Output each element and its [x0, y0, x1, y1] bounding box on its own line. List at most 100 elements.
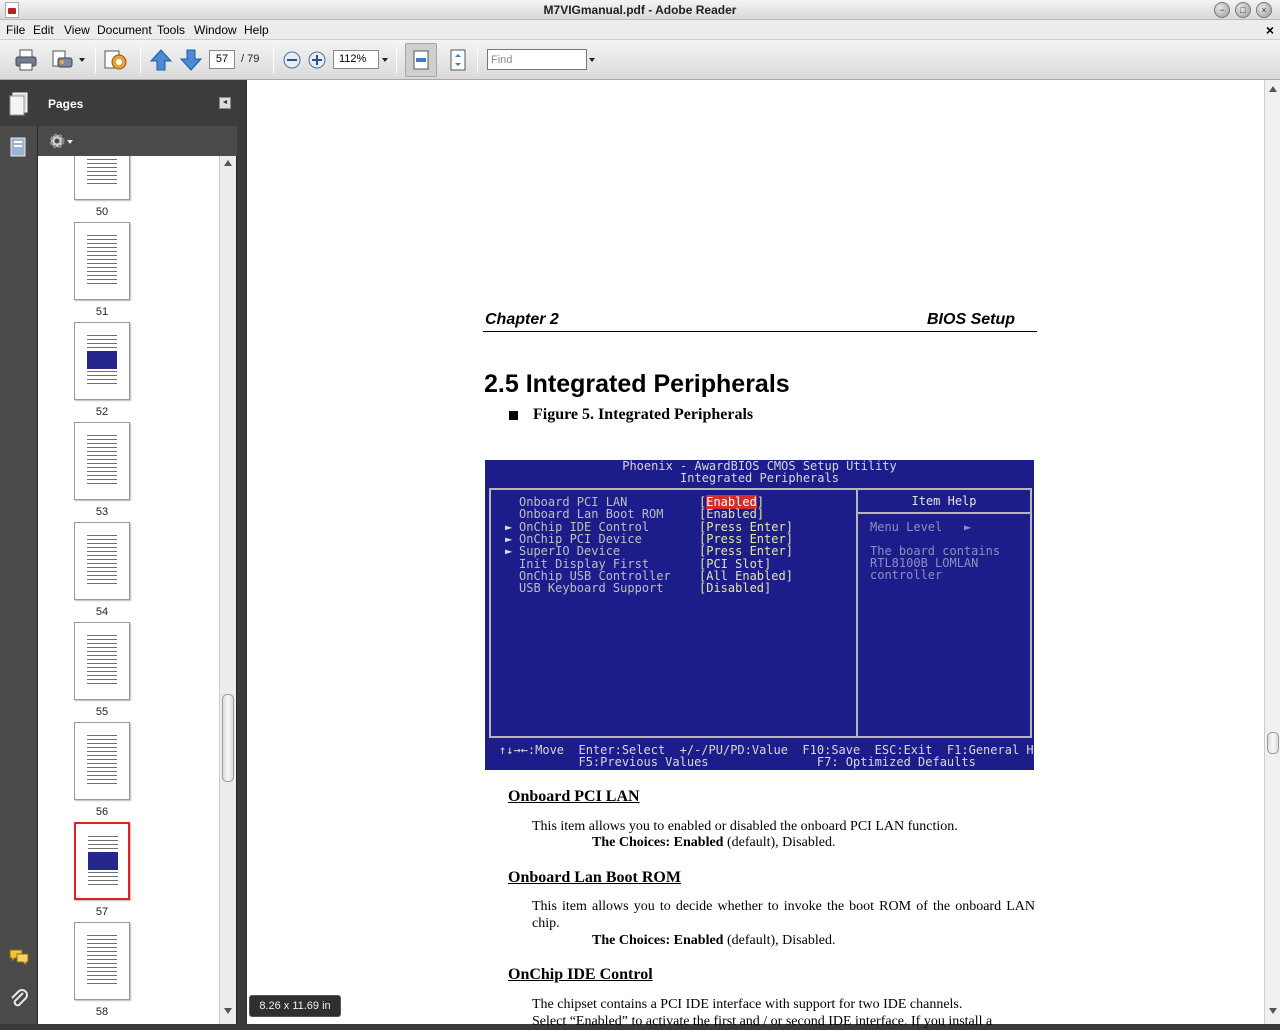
document-view[interactable]: Chapter 2 BIOS Setup 2.5 Integrated Peri… — [246, 80, 1264, 1029]
bios-subheader: Integrated Peripherals — [680, 471, 839, 485]
panel-splitter[interactable] — [237, 80, 246, 1024]
minimize-button[interactable]: − — [1214, 2, 1230, 18]
document-scrollbar[interactable] — [1264, 80, 1280, 1024]
page-thumbnail[interactable] — [74, 822, 130, 900]
menu-document[interactable]: Document — [97, 23, 152, 37]
bios-footer-2: F5:Previous Values F7: Optimized Default… — [499, 755, 976, 769]
bios-setting-value: [Disabled] — [699, 581, 772, 596]
page-thumbnail[interactable] — [74, 222, 130, 300]
menu-tools[interactable]: Tools — [157, 23, 185, 37]
collaborate-icon[interactable] — [103, 48, 127, 72]
window-title: M7VIGmanual.pdf - Adobe Reader — [543, 3, 737, 17]
page-thumbnail-label: 50 — [95, 206, 109, 218]
page-thumbnail-label: 53 — [95, 506, 109, 518]
page-thumbnail[interactable] — [74, 922, 130, 1000]
bios-setting-name: SuperIO Device — [519, 544, 621, 559]
close-document-button[interactable]: × — [1266, 22, 1274, 38]
maximize-button[interactable]: □ — [1235, 2, 1251, 18]
bios-setting-name: USB Keyboard Support — [519, 581, 664, 596]
scroll-up-arrow[interactable] — [1269, 86, 1277, 92]
attachments-icon[interactable] — [9, 988, 29, 1010]
menu-view[interactable]: View — [64, 23, 90, 37]
collapse-panel-button[interactable]: ◄ — [219, 97, 231, 109]
page-thumbnail-label: 56 — [95, 806, 109, 818]
page-thumbnail[interactable] — [74, 522, 130, 600]
bios-setting-name: OnChip PCI Device — [519, 531, 642, 546]
previous-page-icon[interactable] — [149, 48, 173, 72]
page-thumbnail[interactable] — [74, 422, 130, 500]
choices-default: Enabled — [673, 835, 724, 850]
bios-setting-name: OnChip USB Controller — [519, 568, 671, 583]
pages-icon[interactable] — [9, 92, 29, 116]
page-thumbnail-label: 55 — [95, 706, 109, 718]
choices-rest: (default), Disabled. — [726, 835, 836, 850]
title-bar: M7VIGmanual.pdf - Adobe Reader − □ × — [0, 0, 1280, 20]
item-choices: The Choices: Enabled (default), Disabled… — [592, 835, 835, 851]
section-title: 2.5 Integrated Peripherals — [484, 370, 790, 398]
figure-caption: Figure 5. Integrated Peripherals — [533, 406, 754, 423]
thumbnail-scrollbar-thumb[interactable] — [222, 694, 234, 782]
printer-options-icon[interactable] — [50, 48, 74, 72]
page-thumbnail[interactable] — [74, 156, 130, 200]
comments-icon[interactable] — [8, 948, 30, 966]
bios-setting-value: [Enabled] — [699, 495, 765, 509]
item-description: The chipset contains a PCI IDE interface… — [532, 997, 963, 1012]
choices-rest: (default), Disabled. — [726, 933, 836, 948]
print-icon[interactable] — [14, 48, 38, 72]
menu-bar: File Edit View Document Tools Window Hel… — [0, 20, 1280, 40]
document-scrollbar-thumb[interactable] — [1267, 732, 1279, 754]
page-total: / 79 — [241, 53, 260, 65]
page-number-input[interactable]: 57 — [209, 50, 235, 69]
bios-setting-name: OnChip IDE Control — [519, 519, 650, 534]
next-page-icon[interactable] — [179, 48, 203, 72]
item-title: OnChip IDE Control — [508, 966, 653, 983]
scroll-down-arrow[interactable] — [224, 1008, 232, 1014]
fit-width-button[interactable] — [405, 43, 437, 77]
bios-help-title: Item Help — [911, 494, 977, 508]
find-input[interactable]: Find — [487, 49, 587, 70]
chevron-down-icon[interactable] — [79, 58, 85, 62]
menu-window[interactable]: Window — [194, 23, 237, 37]
zoom-in-icon[interactable] — [307, 50, 327, 70]
page-size-readout: 8.26 x 11.69 in — [249, 995, 341, 1017]
bios-setting-value: [Press Enter] — [699, 544, 793, 559]
menu-file[interactable]: File — [6, 23, 25, 37]
submenu-arrow-icon: ► — [505, 519, 513, 534]
choices-default: Enabled — [673, 933, 724, 948]
item-choices: The Choices: Enabled (default), Disabled… — [592, 933, 835, 949]
page-thumbnail[interactable] — [74, 622, 130, 700]
scroll-down-arrow[interactable] — [1269, 1008, 1277, 1014]
bullet-icon — [509, 411, 518, 420]
panel-options-bar — [38, 126, 237, 156]
page-thumbnails: 50 51 52 53 54 55 56 57 58 — [38, 156, 219, 1024]
menu-edit[interactable]: Edit — [33, 23, 54, 37]
zoom-dropdown-icon[interactable] — [382, 58, 388, 62]
chapter-header: Chapter 2 — [485, 311, 559, 328]
bios-setting-value: [Press Enter] — [699, 531, 793, 546]
page-thumbnail[interactable] — [74, 722, 130, 800]
zoom-level-input[interactable]: 112% — [333, 50, 379, 69]
toolbar: 57 / 79 112% Find — [0, 40, 1280, 80]
fit-page-icon[interactable] — [446, 48, 470, 72]
bios-menu-level: Menu Level ► — [870, 521, 971, 533]
chapter-title-header: BIOS Setup — [927, 311, 1016, 328]
menu-level-arrow: ► — [963, 520, 972, 534]
choices-label: The Choices: — [592, 835, 671, 850]
find-dropdown-icon[interactable] — [589, 58, 595, 62]
thumbnail-scrollbar[interactable] — [219, 156, 235, 1024]
scroll-up-arrow[interactable] — [224, 160, 232, 166]
item-description: This item allows you to decide whether t… — [532, 899, 1035, 931]
bios-help-line: controller — [870, 568, 943, 582]
page-thumbnail[interactable] — [74, 322, 130, 400]
choices-label: The Choices: — [592, 933, 671, 948]
menu-help[interactable]: Help — [244, 23, 269, 37]
item-title: Onboard Lan Boot ROM — [508, 869, 681, 886]
close-window-button[interactable]: × — [1256, 2, 1272, 18]
pages-panel-header: Pages ◄ — [38, 80, 237, 126]
zoom-out-icon[interactable] — [282, 50, 302, 70]
item-description: This item allows you to enabled or disab… — [532, 819, 958, 834]
gear-icon[interactable] — [48, 132, 76, 150]
bookmarks-icon[interactable] — [9, 136, 29, 158]
pages-panel-title: Pages — [48, 97, 84, 111]
navigation-rail — [0, 80, 38, 1024]
